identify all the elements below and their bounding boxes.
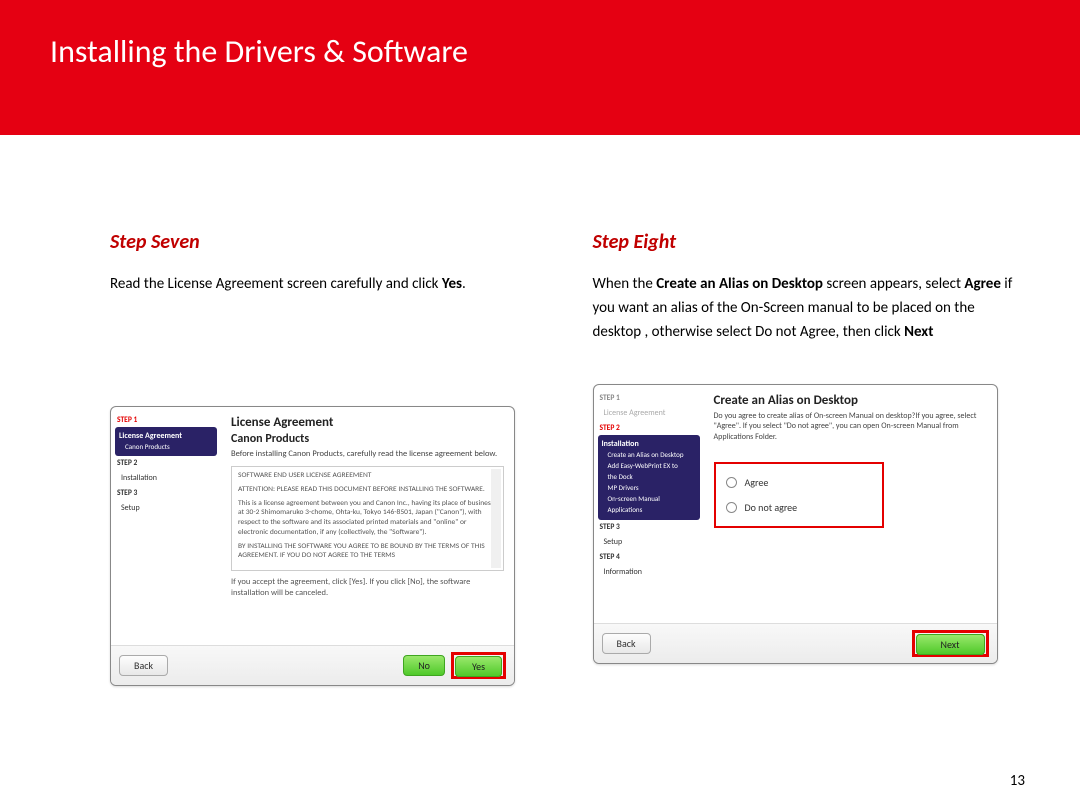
scrollbar[interactable] [491,469,501,568]
step-seven-heading: Step Seven [110,230,543,254]
installer-footer: Back No Yes [111,645,514,685]
banner: Installing the Drivers & Software [0,0,1080,135]
eula-textbox[interactable]: SOFTWARE END USER LICENSE AGREEMENT ATTE… [231,466,504,571]
license-panel: License Agreement Canon Products Before … [221,407,514,645]
alias-radio-group: Agree Do not agree [714,462,884,528]
no-button[interactable]: No [403,655,445,676]
back-button[interactable]: Back [119,655,168,676]
agree-radio[interactable]: Agree [726,470,872,495]
do-not-agree-radio[interactable]: Do not agree [726,495,872,520]
page-number: 13 [1010,772,1025,790]
step-seven-instruction: Read the License Agreement screen carefu… [110,272,543,296]
sidebar-license-agreement[interactable]: License Agreement Canon Products [115,427,217,456]
next-highlight: Next [912,630,989,657]
radio-icon [726,477,737,488]
content: Step Seven Read the License Agreement sc… [0,135,1080,686]
step-eight-column: Step Eight When the Create an Alias on D… [593,230,1026,686]
page-title: Installing the Drivers & Software [50,32,1080,71]
radio-icon [726,502,737,513]
yes-button[interactable]: Yes [455,656,502,677]
yes-highlight: Yes [451,652,506,679]
installer-sidebar: STEP 1 License Agreement Canon Products … [111,407,221,645]
step-eight-heading: Step Eight [593,230,1026,254]
sidebar-setup[interactable]: Setup [598,534,700,550]
alias-screenshot: STEP 1 License Agreement STEP 2 Installa… [593,384,998,664]
sidebar-installation[interactable]: Installation [115,470,217,486]
installer-sidebar: STEP 1 License Agreement STEP 2 Installa… [594,385,704,623]
installer-footer: Back Next [594,623,997,663]
sidebar-setup[interactable]: Setup [115,500,217,516]
next-button[interactable]: Next [916,634,985,655]
license-agreement-screenshot: STEP 1 License Agreement Canon Products … [110,406,515,686]
alias-panel: Create an Alias on Desktop Do you agree … [704,385,997,623]
sidebar-information[interactable]: Information [598,564,700,580]
step-eight-instruction: When the Create an Alias on Desktop scre… [593,272,1026,344]
step-seven-column: Step Seven Read the License Agreement sc… [110,230,543,686]
back-button[interactable]: Back [602,633,651,654]
sidebar-license-agreement[interactable]: License Agreement [598,405,700,421]
sidebar-installation[interactable]: Installation Create an Alias on Desktop … [598,435,700,520]
